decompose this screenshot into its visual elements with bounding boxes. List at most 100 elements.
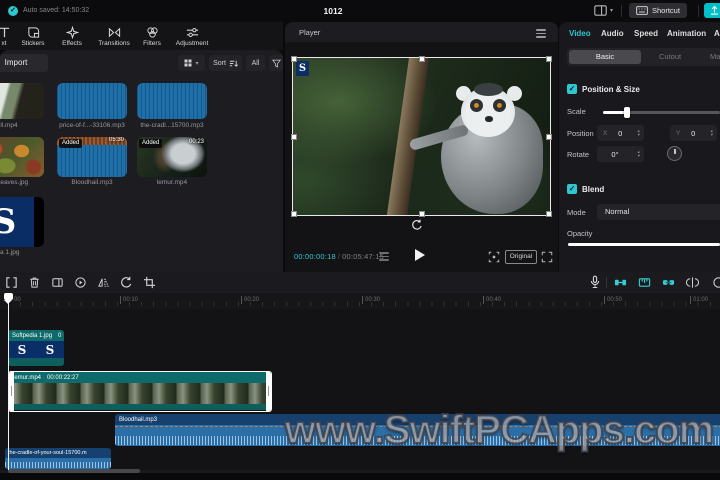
timeline-ruler[interactable]: 00 00:10 00:20 00:30 00:40 00:50 01:00	[0, 293, 720, 309]
selection-handle[interactable]	[546, 56, 552, 62]
tab-effects[interactable]: Effects	[52, 22, 92, 50]
record-icon[interactable]	[712, 276, 720, 289]
video-preview-canvas[interactable]: S	[291, 56, 552, 217]
trim-handle-right[interactable]	[266, 372, 271, 411]
autosave-check-icon: ✓	[8, 6, 18, 16]
blend-mode-select[interactable]: Normal	[597, 204, 720, 220]
titlebar: ✓ Auto saved: 14:50:32 1012 ▾ Shortcut E	[0, 0, 720, 22]
reverse-icon[interactable]	[74, 276, 87, 289]
position-x-stepper[interactable]: X 0 ▴ ▾	[597, 125, 644, 141]
clip-cradle-audio[interactable]: the-cradle-of-your-soul-15700.m	[5, 448, 111, 469]
duplicate-icon[interactable]	[51, 276, 64, 289]
project-title: 1012	[323, 6, 343, 16]
preview-axis-icon[interactable]	[686, 276, 699, 289]
transitions-icon	[108, 26, 121, 39]
media-item-image[interactable]	[0, 137, 44, 177]
tab-cut-off[interactable]: A	[714, 29, 720, 38]
tab-video[interactable]: Video	[569, 29, 591, 38]
player-menu-icon[interactable]	[536, 29, 546, 38]
rotate-dial[interactable]	[667, 146, 682, 161]
selection-handle[interactable]	[419, 56, 425, 62]
scale-slider-thumb[interactable]	[624, 107, 630, 118]
split-icon[interactable]	[5, 276, 18, 289]
filter-all-button[interactable]: All	[246, 55, 265, 71]
watermark: www.SwiftPCApps.com	[284, 407, 715, 453]
tab-speed[interactable]: Speed	[634, 29, 658, 38]
selection-handle[interactable]	[291, 134, 297, 140]
selection-handle[interactable]	[546, 134, 552, 140]
playhead-handle[interactable]	[4, 293, 13, 300]
crop-icon[interactable]	[143, 276, 156, 289]
playhead[interactable]	[8, 293, 9, 470]
mirror-icon[interactable]	[97, 276, 110, 289]
media-item-label: ia 1.jpg	[0, 249, 20, 256]
voiceover-mic-icon[interactable]	[588, 275, 602, 289]
toolbar-divider	[606, 277, 607, 288]
fit-frame-icon[interactable]	[488, 251, 500, 263]
properties-panel: Video Audio Speed Animation A Basic Cuto…	[559, 22, 720, 272]
added-badge: Added	[59, 139, 83, 148]
tab-transitions[interactable]: Transitions	[92, 22, 136, 50]
trim-handle-left[interactable]	[9, 372, 14, 411]
subtab-basic[interactable]: Basic	[569, 50, 641, 64]
view-mode-button[interactable]: ▾	[178, 55, 205, 71]
player-header: Player	[285, 22, 558, 42]
play-button[interactable]	[415, 249, 425, 261]
clip-softpedia-image[interactable]: Softpedia 1.jpg 0 SS	[8, 330, 64, 366]
clip-lemur-video[interactable]: lemur.mp4 00:00:22:27	[8, 371, 272, 412]
media-item-image[interactable]: S Added	[0, 197, 44, 247]
opacity-slider[interactable]	[568, 243, 720, 246]
rotate-icon[interactable]	[120, 276, 133, 289]
spinner-arrows[interactable]: ▴ ▾	[633, 149, 644, 159]
export-button[interactable]: E	[704, 3, 720, 18]
position-y-stepper[interactable]: Y 0 ▴ ▾	[670, 125, 717, 141]
media-duration: 05:30	[108, 137, 124, 143]
position-size-checkbox[interactable]: ✓	[567, 84, 577, 94]
selection-handle[interactable]	[291, 211, 297, 217]
spinner-arrows[interactable]: ▴ ▾	[706, 128, 717, 138]
video-preview-image	[293, 58, 550, 215]
selection-handle[interactable]	[291, 56, 297, 62]
shortcut-button[interactable]: Shortcut	[629, 3, 687, 18]
media-item-audio[interactable]: 05:30 Added	[57, 137, 127, 177]
auto-ripple-toggle-icon[interactable]	[614, 276, 627, 289]
resolution-selector[interactable]: Original	[505, 250, 537, 264]
tab-adjustment[interactable]: Adjustment	[168, 22, 216, 50]
media-item-video[interactable]	[0, 83, 44, 119]
tab-text[interactable]: xt	[0, 22, 14, 50]
rotate-stepper[interactable]: 0° ▴ ▾	[597, 146, 644, 162]
sort-button[interactable]: Sort	[209, 55, 242, 71]
magnetic-snap-toggle-icon[interactable]	[638, 276, 651, 289]
scale-slider[interactable]	[603, 107, 720, 118]
tab-filters[interactable]: Filters	[136, 22, 168, 50]
media-item-video[interactable]: Added 00:23	[137, 137, 207, 177]
chevron-down-icon: ▾	[610, 8, 614, 14]
subtab-bar: Basic Cutout Mask	[567, 48, 720, 66]
softpedia-logo: S	[0, 197, 34, 247]
subtab-mask[interactable]: Mask	[710, 52, 720, 61]
fullscreen-icon[interactable]	[541, 251, 553, 263]
tab-stickers[interactable]: Stickers	[14, 22, 52, 50]
layout-icon	[594, 5, 607, 16]
overlay-logo-badge[interactable]: S	[296, 61, 309, 76]
delete-icon[interactable]	[28, 276, 41, 289]
filter-button[interactable]	[269, 55, 283, 71]
media-item-audio[interactable]	[137, 83, 207, 119]
selection-handle[interactable]	[419, 211, 425, 217]
clip-filmstrip	[9, 383, 271, 404]
tab-animation[interactable]: Animation	[667, 29, 706, 38]
effects-icon	[65, 25, 79, 39]
rotate-handle-icon[interactable]	[411, 219, 423, 231]
spinner-arrows[interactable]: ▴ ▾	[633, 128, 644, 138]
blend-checkbox[interactable]: ✓	[567, 184, 577, 194]
tab-audio[interactable]: Audio	[601, 29, 624, 38]
selection-handle[interactable]	[546, 211, 552, 217]
link-toggle-icon[interactable]	[662, 276, 675, 289]
preview-quality-icon[interactable]	[379, 252, 389, 261]
import-button[interactable]: Import	[0, 54, 48, 72]
media-item-audio[interactable]	[57, 83, 127, 119]
layout-switch-button[interactable]: ▾	[594, 5, 613, 16]
stickers-icon	[27, 26, 40, 39]
horizontal-scrollbar[interactable]	[8, 469, 140, 473]
subtab-cutout[interactable]: Cutout	[659, 52, 681, 61]
